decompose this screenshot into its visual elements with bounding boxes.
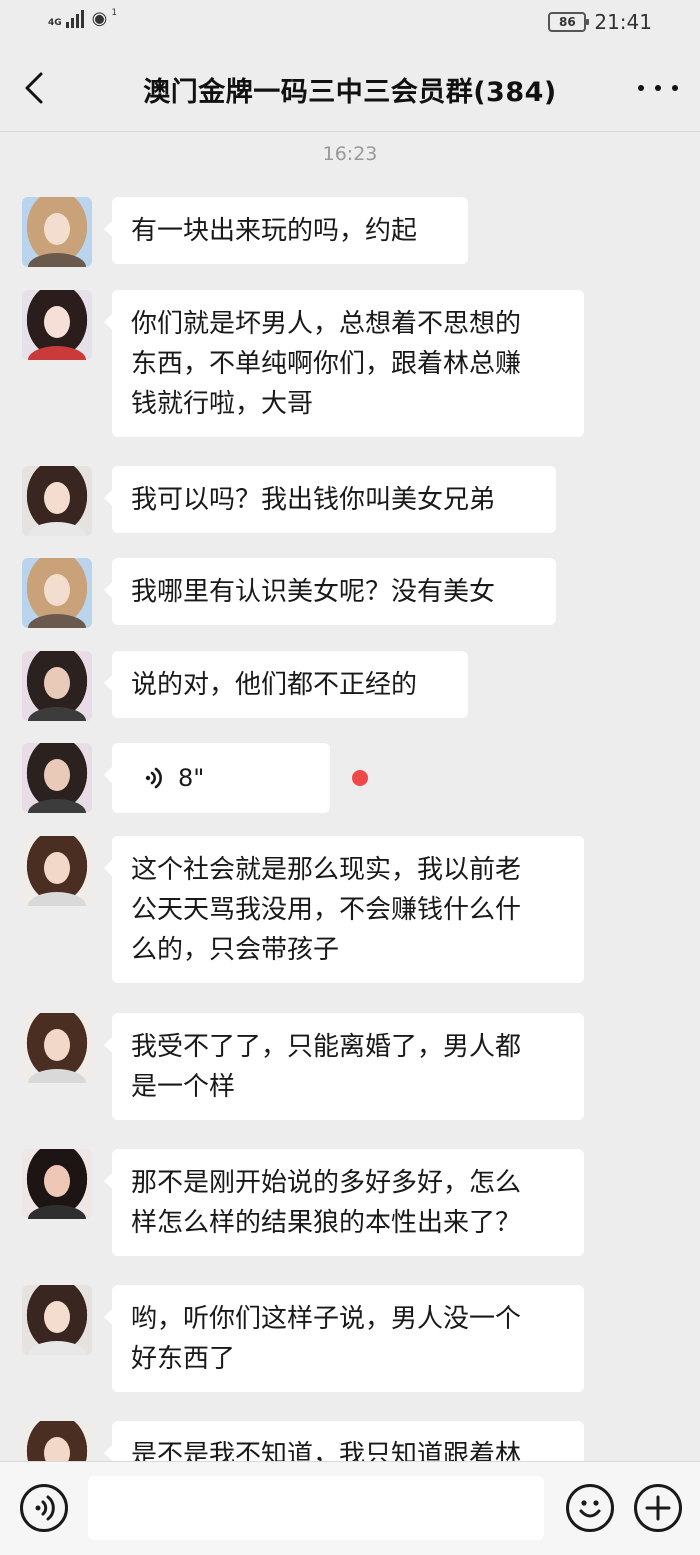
message-text-line: 我受不了了，只能离婚了，男人都 xyxy=(131,1032,522,1062)
avatar-face xyxy=(44,759,70,791)
wifi-badge: 1 xyxy=(111,8,118,18)
emoji-icon xyxy=(579,1500,601,1518)
avatar-face xyxy=(44,852,70,884)
message-text-line: 我可以吗？我出钱你叫美女兄弟 xyxy=(131,485,496,515)
more-dot xyxy=(655,85,661,91)
message-text-line: 我哪里有认识美女呢？没有美女 xyxy=(131,577,496,607)
avatar-face xyxy=(44,1165,70,1197)
emoji-button[interactable] xyxy=(566,1484,614,1532)
text-message-bubble[interactable]: 你们就是坏男人，总想着不思想的 东西，不单纯啊你们，跟着林总赚 钱就行啦，大哥 xyxy=(104,290,584,437)
sender-avatar[interactable] xyxy=(22,197,92,267)
unread-dot xyxy=(352,770,368,786)
battery-icon: 86 xyxy=(548,12,590,32)
message-text-line: 哟，听你们这样子说，男人没一个 xyxy=(131,1304,522,1334)
voice-duration: 8" xyxy=(178,764,205,792)
status-bar: 4G ◉ 1 86 21:41 xyxy=(0,0,700,46)
text-message-bubble[interactable]: 我受不了了，只能离婚了，男人都 是一个样 xyxy=(104,1013,584,1120)
sender-avatar[interactable] xyxy=(22,651,92,721)
sender-avatar[interactable] xyxy=(22,1149,92,1219)
message-text-line: 你们就是坏男人，总想着不思想的 xyxy=(131,309,522,339)
status-time: 21:41 xyxy=(594,10,652,34)
more-functions-button[interactable] xyxy=(634,1484,682,1532)
voice-input-icon xyxy=(35,1495,55,1521)
avatar-face xyxy=(44,213,70,245)
back-arrow-icon xyxy=(25,72,43,104)
message-text-line: 好东西了 xyxy=(131,1344,236,1374)
sender-avatar[interactable] xyxy=(22,466,92,536)
network-type: 4G xyxy=(48,18,62,28)
signal-icon xyxy=(65,10,84,28)
avatar-face xyxy=(44,306,70,338)
message-text-line: 么的，只会带孩子 xyxy=(131,935,340,965)
more-dots-icon xyxy=(638,85,644,91)
message-text-line: 是一个样 xyxy=(131,1072,236,1102)
message-text-line: 有一块出来玩的吗，约起 xyxy=(131,216,418,246)
wifi-icon: ◉ xyxy=(91,8,108,29)
status-right: 86 21:41 xyxy=(548,10,652,34)
plus-icon xyxy=(645,1495,671,1521)
avatar-face xyxy=(44,1301,70,1333)
more-button[interactable] xyxy=(638,76,678,100)
voice-message-bubble[interactable]: 8" xyxy=(104,743,330,813)
sender-avatar[interactable] xyxy=(22,836,92,906)
message-text-line: 公天天骂我没用，不会赚钱什么什 xyxy=(131,895,522,925)
voice-input-button[interactable] xyxy=(20,1484,68,1532)
message-text-line: 样怎么样的结果狼的本性出来了？ xyxy=(131,1208,522,1238)
more-dot xyxy=(672,85,678,91)
text-message-bubble[interactable]: 这个社会就是那么现实，我以前老 公天天骂我没用，不会赚钱什么什 么的，只会带孩子 xyxy=(104,836,584,983)
back-button[interactable] xyxy=(14,66,58,110)
text-message-bubble[interactable]: 那不是刚开始说的多好多好，怎么 样怎么样的结果狼的本性出来了？ xyxy=(104,1149,584,1256)
avatar-face xyxy=(44,574,70,606)
message-text-line: 那不是刚开始说的多好多好，怎么 xyxy=(131,1168,522,1198)
sender-avatar[interactable] xyxy=(22,743,92,813)
status-left: 4G ◉ 1 xyxy=(48,8,118,29)
avatar-face xyxy=(44,667,70,699)
message-text-line: 东西，不单纯啊你们，跟着林总赚 xyxy=(131,349,522,379)
chat-header: 澳门金牌一码三中三会员群(384) xyxy=(0,46,700,132)
text-message-bubble[interactable]: 说的对，他们都不正经的 xyxy=(104,651,468,718)
message-text-line: 钱就行啦，大哥 xyxy=(131,389,314,419)
message-timestamp: 16:23 xyxy=(322,143,378,165)
text-message-bubble[interactable]: 我哪里有认识美女呢？没有美女 xyxy=(104,558,556,625)
sender-avatar[interactable] xyxy=(22,290,92,360)
message-input[interactable] xyxy=(88,1476,544,1540)
sender-avatar[interactable] xyxy=(22,558,92,628)
chat-title: 澳门金牌一码三中三会员群(384) xyxy=(143,77,557,108)
sender-avatar[interactable] xyxy=(22,1013,92,1083)
text-message-bubble[interactable]: 我可以吗？我出钱你叫美女兄弟 xyxy=(104,466,556,533)
avatar-face xyxy=(44,1029,70,1061)
sender-avatar[interactable] xyxy=(22,1285,92,1355)
voice-wave-icon xyxy=(145,767,162,789)
text-message-bubble[interactable]: 有一块出来玩的吗，约起 xyxy=(104,197,468,264)
message-text-line: 这个社会就是那么现实，我以前老 xyxy=(131,855,522,885)
text-message-bubble[interactable]: 哟，听你们这样子说，男人没一个 好东西了 xyxy=(104,1285,584,1392)
message-text-line: 说的对，他们都不正经的 xyxy=(131,670,418,700)
avatar-face xyxy=(44,482,70,514)
input-bar xyxy=(0,1461,700,1555)
